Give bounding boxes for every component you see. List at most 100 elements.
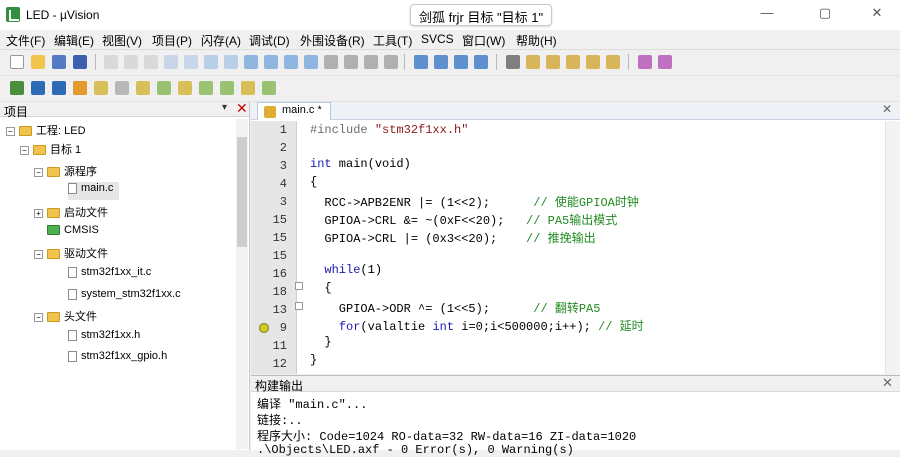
tree-item-header-group[interactable]: − 头文件 xyxy=(34,308,97,326)
tree-item-stm32f1xx-h[interactable]: stm32f1xx.h xyxy=(68,329,140,347)
manage-runtime-icon[interactable] xyxy=(220,81,234,95)
menu-edit[interactable]: 编辑(E) xyxy=(54,32,94,49)
h-file-icon xyxy=(68,329,77,341)
pin-icon[interactable]: ▾ xyxy=(222,102,227,113)
replace-icon[interactable] xyxy=(474,55,488,69)
menu-flash[interactable]: 闪存(A) xyxy=(201,32,241,49)
menu-peripherals[interactable]: 外围设备(R) xyxy=(300,32,365,49)
menu-window[interactable]: 窗口(W) xyxy=(462,32,505,49)
tab-main-c[interactable]: main.c * xyxy=(257,102,331,120)
menu-tools[interactable]: 工具(T) xyxy=(373,32,412,49)
manage-project-icon[interactable] xyxy=(178,81,192,95)
rebuild-icon[interactable] xyxy=(52,81,66,95)
disable-breakpoints-icon[interactable] xyxy=(566,55,580,69)
minimize-button[interactable]: — xyxy=(752,4,782,24)
collapse-icon[interactable]: − xyxy=(34,167,43,177)
build-output-panel: 构建输出 ✕ 编译 "main.c"... 链接:.. 程序大小: Code=1… xyxy=(251,375,900,457)
tree-item-stm32f1xx-gpio-h[interactable]: stm32f1xx_gpio.h xyxy=(68,350,167,368)
component-icon xyxy=(47,225,60,236)
new-file-icon[interactable] xyxy=(10,55,24,69)
project-scrollbar[interactable] xyxy=(236,119,248,449)
save-icon[interactable] xyxy=(52,55,66,69)
close-build-output-icon[interactable]: ✕ xyxy=(882,375,893,391)
clear-bookmarks-icon[interactable] xyxy=(304,55,318,69)
menu-debug[interactable]: 调试(D) xyxy=(249,32,290,49)
tree-item-startup-group[interactable]: + 启动文件 xyxy=(34,204,108,222)
tree-item-source-group[interactable]: − 源程序 xyxy=(34,163,97,181)
line-number: 11 xyxy=(272,339,287,353)
line-number: 15 xyxy=(272,249,287,263)
editor-scrollbar[interactable] xyxy=(885,121,900,374)
debug-start-icon[interactable] xyxy=(506,55,520,69)
download-icon[interactable] xyxy=(94,81,108,95)
project-scrollbar-thumb[interactable] xyxy=(237,137,247,247)
tree-item-system-stm32f1xx[interactable]: system_stm32f1xx.c xyxy=(68,288,181,306)
copy-icon[interactable] xyxy=(124,55,138,69)
fold-marker-icon[interactable] xyxy=(295,282,303,290)
tree-item-stm32f1xx-it[interactable]: stm32f1xx_it.c xyxy=(68,266,151,284)
manage-components-icon[interactable] xyxy=(136,81,150,95)
find-in-files-icon[interactable] xyxy=(434,55,448,69)
menu-svcs[interactable]: SVCS xyxy=(421,32,454,46)
kill-breakpoints-icon[interactable] xyxy=(586,55,600,69)
collapse-icon[interactable]: − xyxy=(34,249,43,259)
close-project-panel-icon[interactable]: ✕ xyxy=(236,100,248,117)
fold-marker-icon[interactable] xyxy=(295,302,303,310)
cut-icon[interactable] xyxy=(104,55,118,69)
paste-icon[interactable] xyxy=(144,55,158,69)
code-editor[interactable]: main.c * ✕ 123431515151618139111213 #inc… xyxy=(251,102,900,389)
undo-icon[interactable] xyxy=(164,55,178,69)
build-icon[interactable] xyxy=(31,81,45,95)
menu-file[interactable]: 文件(F) xyxy=(6,32,45,49)
tree-label: 驱动文件 xyxy=(64,248,108,260)
code-line: GPIOA->CRL &= ~(0xF<<20); // PA5输出模式 xyxy=(310,214,618,228)
next-bookmark-icon[interactable] xyxy=(284,55,298,69)
incremental-find-icon[interactable] xyxy=(454,55,468,69)
redo-icon[interactable] xyxy=(184,55,198,69)
select-packs-icon[interactable] xyxy=(157,81,171,95)
target-options-icon[interactable] xyxy=(115,81,129,95)
translate-icon[interactable] xyxy=(10,81,24,95)
unindent-icon[interactable] xyxy=(344,55,358,69)
target-select-icon[interactable] xyxy=(241,81,255,95)
close-editor-icon[interactable]: ✕ xyxy=(882,102,892,116)
close-window-button[interactable]: ✕ xyxy=(862,4,892,24)
menu-help[interactable]: 帮助(H) xyxy=(516,32,557,49)
expand-icon[interactable]: + xyxy=(34,208,43,218)
collapse-icon[interactable]: − xyxy=(20,145,29,155)
uncomment-icon[interactable] xyxy=(384,55,398,69)
bookmark-icon[interactable] xyxy=(244,55,258,69)
tree-label: stm32f1xx.h xyxy=(81,329,141,341)
open-file-icon[interactable] xyxy=(31,55,45,69)
indent-icon[interactable] xyxy=(324,55,338,69)
tree-item-main-c[interactable]: main.c xyxy=(68,182,120,200)
tree-item-driver-group[interactable]: − 驱动文件 xyxy=(34,245,108,263)
window-icon[interactable] xyxy=(606,55,620,69)
tree-label: 目标 1 xyxy=(50,144,82,156)
misc-tool-icon[interactable] xyxy=(262,81,276,95)
insert-breakpoint-icon[interactable] xyxy=(526,55,540,69)
batch-build-icon[interactable] xyxy=(199,81,213,95)
tree-label: system_stm32f1xx.c xyxy=(81,288,181,300)
menu-project[interactable]: 项目(P) xyxy=(152,32,192,49)
collapse-icon[interactable]: − xyxy=(34,312,43,322)
current-line-marker-icon[interactable] xyxy=(259,323,269,333)
build-output-line: 编译 "main.c"... xyxy=(257,398,368,412)
tree-label: 源程序 xyxy=(64,166,97,178)
tree-item-project[interactable]: − 工程: LED xyxy=(6,122,86,140)
comment-icon[interactable] xyxy=(364,55,378,69)
collapse-icon[interactable]: − xyxy=(6,126,15,136)
tree-item-target[interactable]: − 目标 1 xyxy=(20,141,81,159)
navigate-forward-icon[interactable] xyxy=(224,55,238,69)
settings-icon[interactable] xyxy=(658,55,672,69)
menu-view[interactable]: 视图(V) xyxy=(102,32,142,49)
configure-icon[interactable] xyxy=(638,55,652,69)
enable-breakpoint-icon[interactable] xyxy=(546,55,560,69)
stop-build-icon[interactable] xyxy=(73,81,87,95)
navigate-back-icon[interactable] xyxy=(204,55,218,69)
find-icon[interactable] xyxy=(414,55,428,69)
tree-item-cmsis[interactable]: CMSIS xyxy=(47,224,99,242)
maximize-button[interactable]: ▢ xyxy=(810,4,840,24)
save-all-icon[interactable] xyxy=(73,55,87,69)
prev-bookmark-icon[interactable] xyxy=(264,55,278,69)
